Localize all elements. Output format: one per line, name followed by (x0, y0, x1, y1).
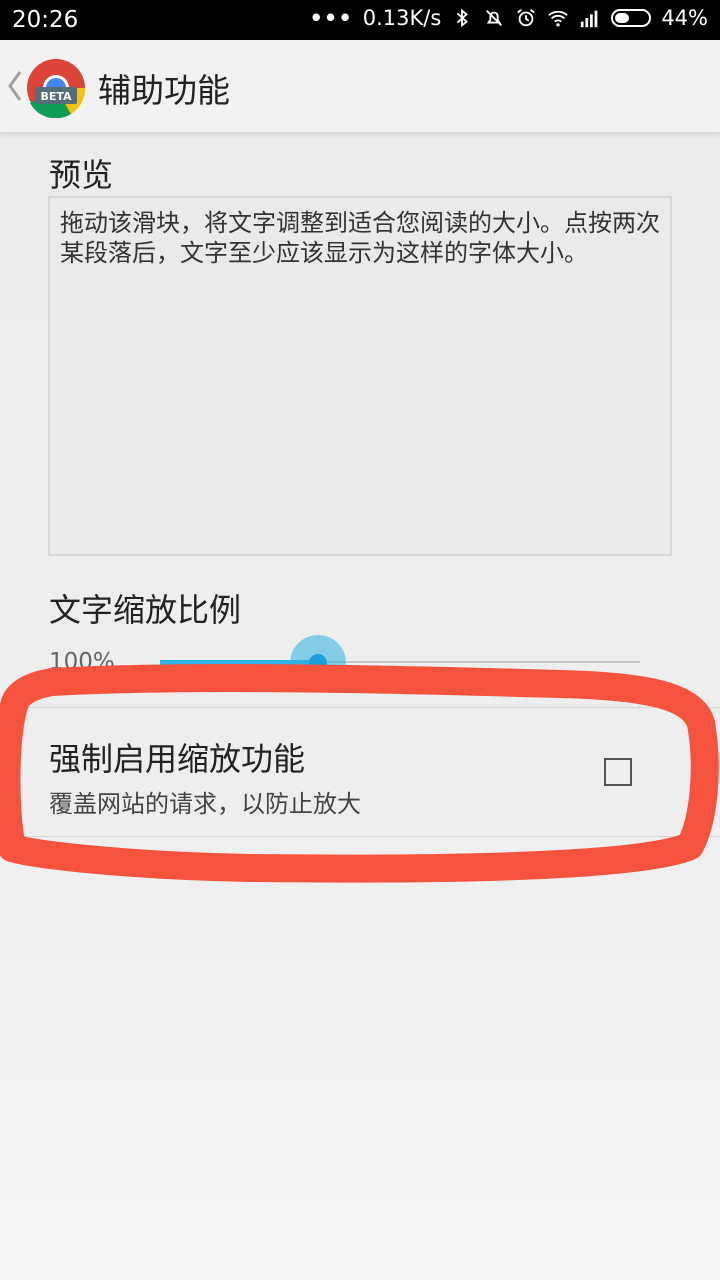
force-zoom-row[interactable]: 强制启用缩放功能 覆盖网站的请求，以防止放大 (0, 708, 720, 836)
back-chevron-icon[interactable] (6, 68, 24, 104)
status-right-group: ••• 0.13K/s 44% (309, 6, 708, 30)
text-scale-value: 100% (49, 649, 115, 675)
network-speed: 0.13K/s (362, 6, 442, 30)
slider-thumb[interactable] (309, 654, 327, 672)
app-bar: BETA 辅助功能 (0, 40, 720, 133)
battery-fill (615, 13, 630, 23)
force-zoom-title: 强制启用缩放功能 (49, 740, 306, 778)
preview-heading: 预览 (49, 156, 114, 194)
status-bar: 20:26 ••• 0.13K/s 44% (0, 0, 720, 40)
force-zoom-checkbox[interactable] (604, 758, 632, 786)
app-title: 辅助功能 (98, 71, 230, 110)
logo-badge-text: BETA (40, 90, 72, 103)
signal-icon (581, 10, 598, 28)
chrome-beta-logo-icon[interactable]: BETA (26, 58, 86, 118)
text-scale-heading: 文字缩放比例 (49, 591, 242, 629)
preview-box: 拖动该滑块，将文字调整到适合您阅读的大小。点按两次某段落后，文字至少应该显示为这… (48, 196, 672, 556)
force-zoom-summary: 覆盖网站的请求，以防止放大 (49, 790, 361, 818)
battery-icon (611, 9, 652, 27)
more-dots-icon: ••• (309, 6, 353, 30)
alarm-icon (517, 9, 536, 27)
divider (0, 836, 720, 837)
wifi-icon (548, 10, 569, 27)
text-scale-slider[interactable] (160, 635, 640, 691)
bluetooth-icon (457, 8, 469, 28)
preview-text: 拖动该滑块，将文字调整到适合您阅读的大小。点按两次某段落后，文字至少应该显示为这… (60, 209, 660, 267)
mute-icon (486, 10, 503, 26)
battery-percent: 44% (661, 6, 708, 30)
status-time: 20:26 (12, 7, 79, 33)
